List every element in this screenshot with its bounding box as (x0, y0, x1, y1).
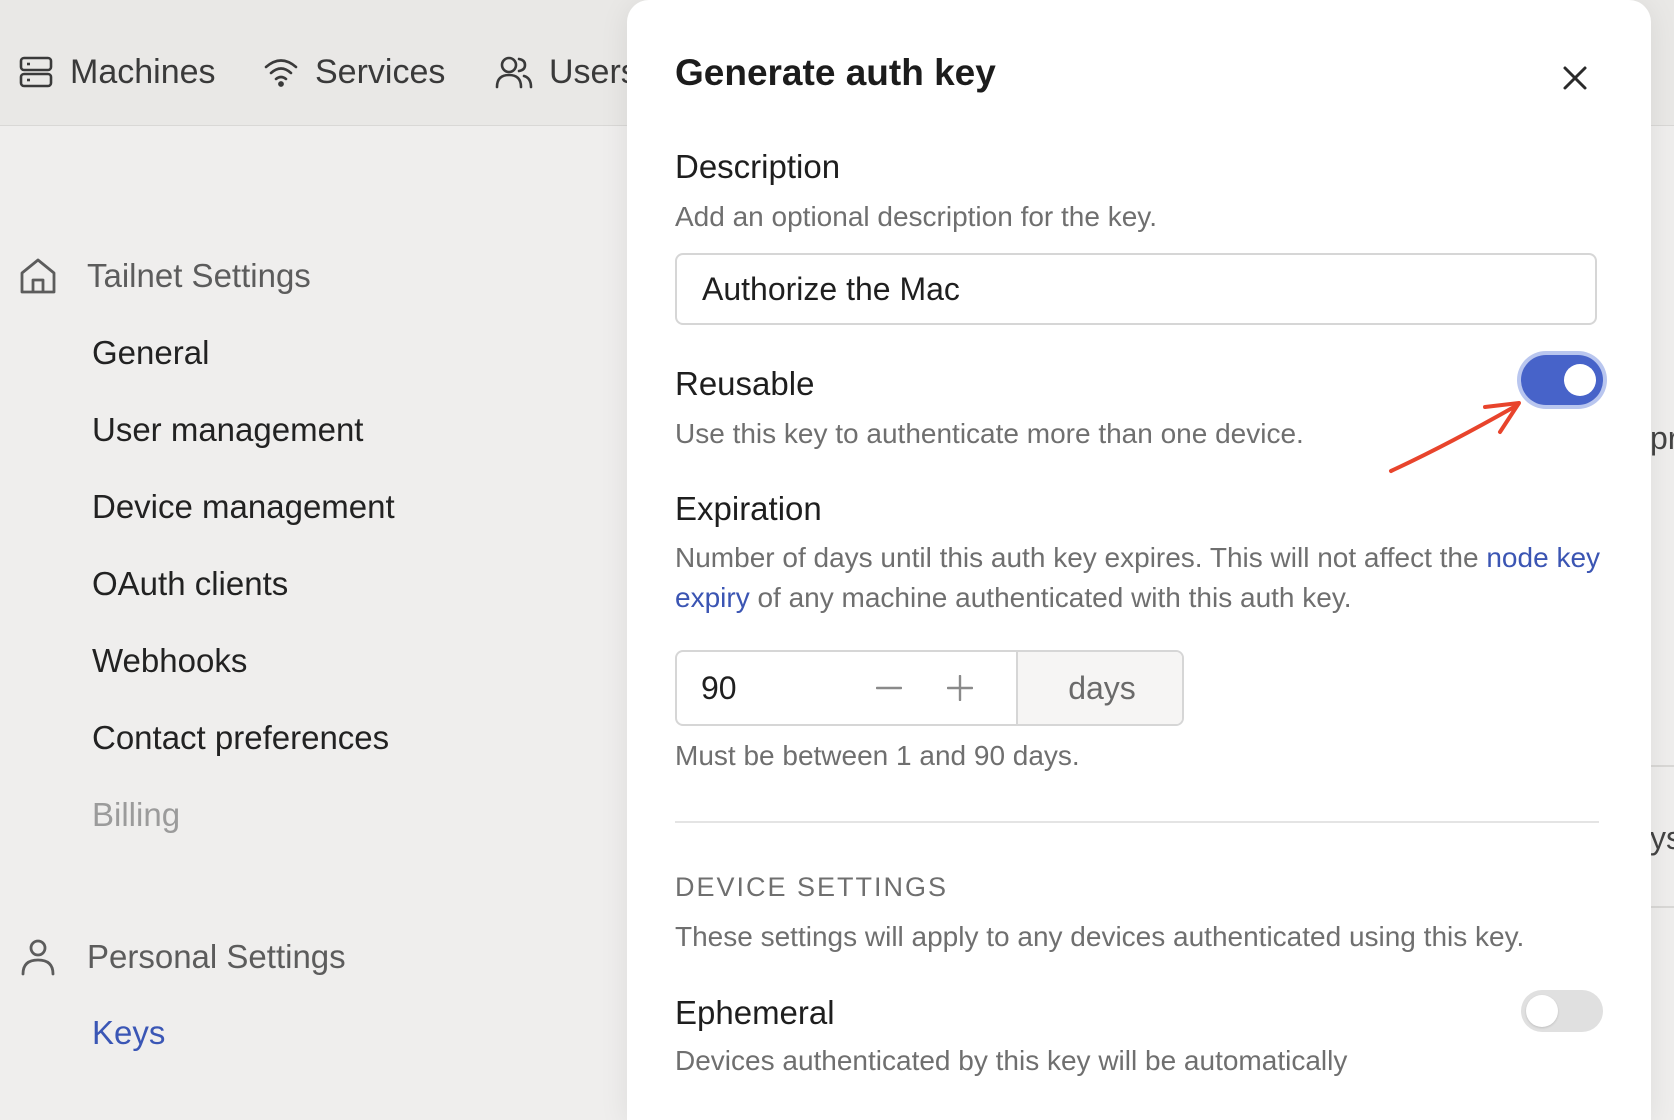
reusable-label: Reusable (675, 365, 815, 402)
server-icon (19, 56, 53, 88)
sidebar-item-keys[interactable]: Keys (92, 1014, 165, 1052)
background-text-fragment: ys (1650, 820, 1674, 856)
home-icon (20, 258, 56, 294)
ephemeral-label: Ephemeral (675, 994, 835, 1031)
minus-icon (876, 686, 902, 690)
close-button[interactable] (1549, 52, 1601, 104)
nav-services[interactable]: Services (263, 46, 445, 98)
expiration-help-text: Number of days until this auth key expir… (675, 542, 1487, 573)
sidebar-item-webhooks[interactable]: Webhooks (92, 642, 247, 680)
link-text-node: node (1486, 542, 1549, 573)
description-help: Add an optional description for the key. (675, 201, 1158, 232)
nav-users[interactable]: Users (495, 46, 638, 98)
expiration-days-input[interactable]: 90 (701, 652, 737, 724)
expiration-days-stepper: 90 days (675, 650, 1184, 726)
section-divider (675, 821, 1599, 823)
nav-users-label: Users (549, 52, 638, 91)
expiration-help-text-end: of any machine authenticated with this a… (749, 582, 1352, 613)
wifi-icon (264, 59, 298, 87)
dialog-title: Generate auth key (675, 52, 996, 93)
reusable-help: Use this key to authenticate more than o… (675, 418, 1304, 449)
sidebar-item-device-management[interactable]: Device management (92, 488, 395, 526)
ephemeral-toggle[interactable] (1521, 990, 1603, 1032)
annotation-arrow-icon (1389, 401, 1521, 473)
decrement-button[interactable] (864, 652, 914, 724)
generate-auth-key-dialog: Generate auth key Description Add an opt… (627, 0, 1651, 1120)
device-settings-heading: DEVICE SETTINGS (675, 872, 949, 902)
ephemeral-help: Devices authenticated by this key will b… (675, 1045, 1348, 1076)
sidebar-item-contact-preferences[interactable]: Contact preferences (92, 719, 389, 757)
expiration-help: Number of days until this auth key expir… (675, 538, 1605, 618)
expiration-hint: Must be between 1 and 90 days. (675, 740, 1080, 771)
nav-machines-label: Machines (70, 52, 216, 91)
tailnet-settings-heading: Tailnet Settings (18, 256, 311, 296)
close-icon (1563, 66, 1587, 90)
tailnet-settings-label: Tailnet Settings (87, 257, 311, 294)
background-text-fragment: pr (1650, 420, 1674, 456)
toggle-knob (1526, 995, 1558, 1027)
description-input-value: Authorize the Mac (702, 270, 960, 307)
person-icon (21, 939, 55, 976)
days-unit-label: days (1016, 652, 1182, 724)
sidebar-item-billing[interactable]: Billing (92, 796, 180, 834)
nav-services-label: Services (315, 52, 446, 91)
plus-icon (947, 675, 973, 701)
expiration-label: Expiration (675, 490, 822, 527)
description-label: Description (675, 148, 841, 185)
background-divider (1651, 906, 1674, 908)
device-settings-help: These settings will apply to any devices… (675, 921, 1525, 952)
sidebar-item-general[interactable]: General (92, 334, 209, 372)
sidebar-item-user-management[interactable]: User management (92, 411, 363, 449)
reusable-toggle[interactable] (1521, 355, 1603, 405)
personal-settings-label: Personal Settings (87, 938, 346, 975)
increment-button[interactable] (935, 652, 985, 724)
nav-machines[interactable]: Machines (18, 46, 216, 98)
toggle-knob (1564, 364, 1596, 396)
sidebar-item-oauth-clients[interactable]: OAuth clients (92, 565, 288, 603)
description-input[interactable]: Authorize the Mac (675, 253, 1597, 325)
personal-settings-heading: Personal Settings (18, 937, 346, 977)
users-icon (495, 56, 533, 89)
background-divider (1651, 765, 1674, 767)
